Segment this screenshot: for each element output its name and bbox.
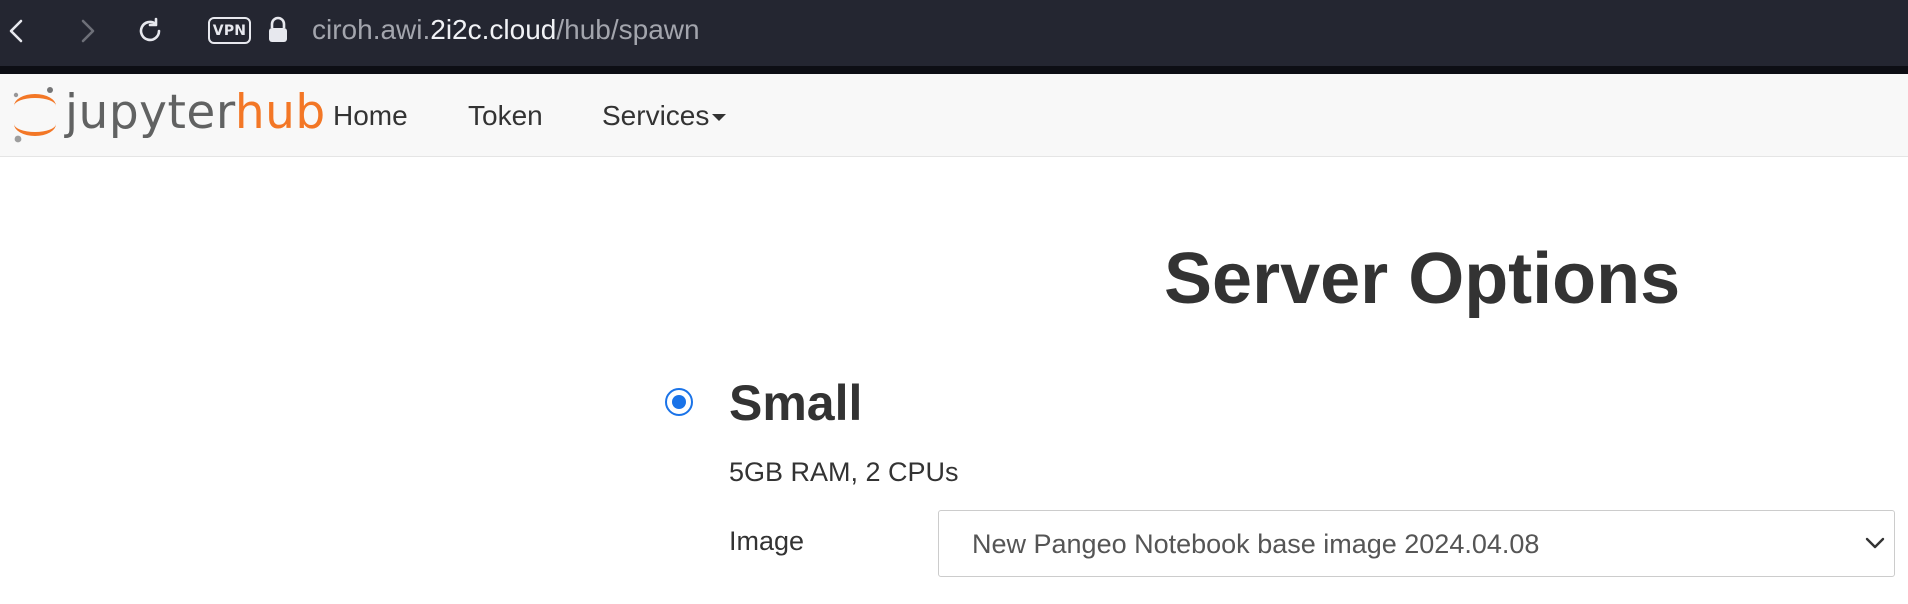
address-bar[interactable]: ciroh.awi.2i2c.cloud/hub/spawn [312, 13, 700, 47]
option-radio-small[interactable] [665, 388, 693, 416]
toolbar-divider [0, 66, 1908, 74]
image-select-value: New Pangeo Notebook base image 2024.04.0… [972, 529, 1540, 559]
image-select[interactable]: New Pangeo Notebook base image 2024.04.0… [938, 510, 1895, 577]
reload-button[interactable] [134, 14, 166, 48]
url-prefix: ciroh.awi. [312, 14, 431, 45]
url-path: /hub/spawn [556, 14, 700, 45]
services-label: Services [602, 100, 710, 131]
nav-link-home[interactable]: Home [333, 98, 408, 134]
image-label: Image [729, 526, 805, 556]
chevron-down-icon [1865, 537, 1885, 549]
option-title: Small [729, 375, 863, 431]
forward-button[interactable] [72, 14, 104, 48]
page-title: Server Options [1164, 239, 1681, 319]
vpn-badge[interactable]: VPN [208, 17, 251, 44]
jupyter-logo-icon [13, 87, 56, 143]
forward-icon [81, 19, 95, 43]
reload-icon [139, 17, 161, 42]
back-button[interactable] [0, 14, 32, 48]
logo-wordmark: jupyterhub [65, 85, 326, 140]
jupyterhub-logo[interactable]: jupyterhub [10, 84, 325, 146]
url-domain: 2i2c.cloud [430, 14, 557, 45]
nav-dropdown-services[interactable]: Services [602, 98, 727, 134]
back-icon [9, 19, 23, 43]
lock-icon[interactable] [266, 16, 290, 44]
nav-link-token[interactable]: Token [468, 98, 543, 134]
option-description: 5GB RAM, 2 CPUs [729, 457, 959, 487]
caret-down-icon [712, 114, 727, 122]
